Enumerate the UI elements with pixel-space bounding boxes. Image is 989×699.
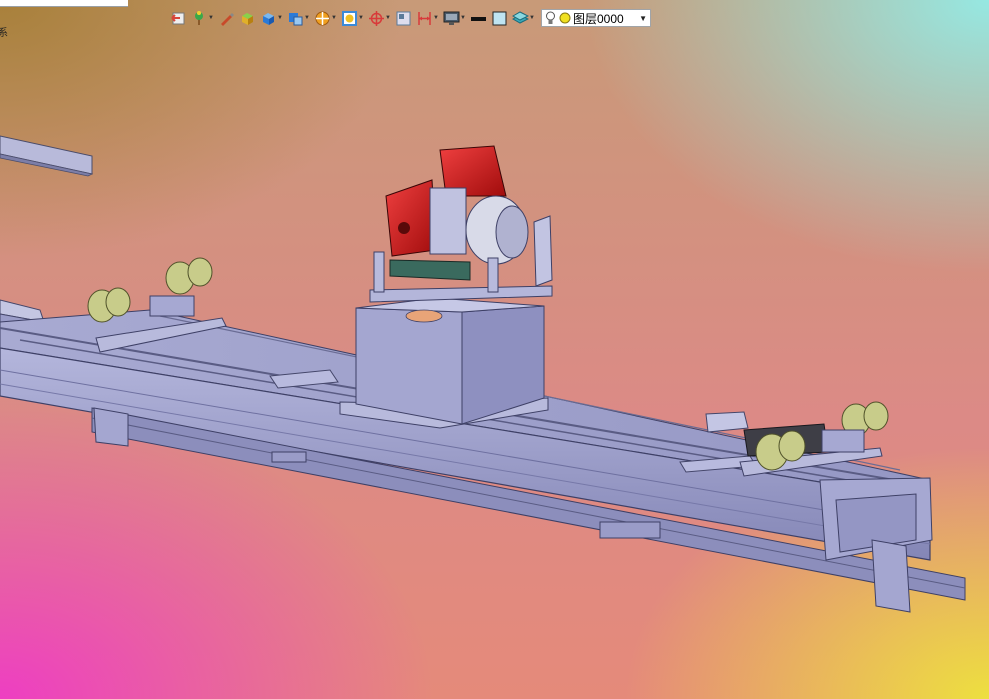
multi-view-icon (289, 12, 303, 25)
axis-button[interactable]: ▼ (366, 7, 393, 29)
roller-group-right (739, 401, 889, 477)
dropdown-arrow-icon[interactable]: ▼ (529, 7, 535, 29)
solid-cube-button[interactable]: ▼ (258, 7, 285, 29)
brush-button[interactable] (216, 7, 237, 29)
dropdown-arrow-icon[interactable]: ▼ (208, 7, 214, 29)
shading-button[interactable]: ▼ (339, 7, 366, 29)
brush-icon (221, 12, 234, 26)
multi-view-button[interactable]: ▼ (285, 7, 312, 29)
grid-button[interactable] (393, 7, 414, 29)
render-style-button[interactable]: ▼ (312, 7, 339, 29)
grid-icon (396, 11, 411, 25)
solid-cube-icon (263, 12, 274, 25)
carriage-housing (339, 285, 553, 429)
dropdown-arrow-icon[interactable]: ▼ (331, 7, 337, 29)
layer-filter-icon (512, 10, 529, 24)
dropdown-arrow-icon[interactable]: ▼ (358, 7, 364, 29)
dropdown-arrow-icon[interactable]: ▼ (460, 7, 466, 29)
lightbulb-icon[interactable] (545, 11, 556, 25)
line-thickness-icon (471, 16, 486, 21)
side-beam (0, 135, 94, 177)
monitor-button[interactable]: ▼ (441, 7, 468, 29)
render-style-icon (315, 11, 330, 25)
tree-plant-button[interactable]: ▼ (189, 7, 216, 29)
tree-plant-icon (195, 10, 203, 25)
exit-sketch-button[interactable] (168, 7, 189, 29)
yellow-circle-icon (559, 12, 571, 24)
fill-color-icon (492, 11, 507, 25)
exit-sketch-icon (171, 12, 185, 24)
viewport-corner-label: 系 (0, 28, 8, 39)
layer-name: 图层0000 (573, 11, 624, 26)
dropdown-arrow-icon[interactable]: ▼ (385, 7, 391, 29)
line-thickness-button[interactable] (468, 7, 489, 29)
monitor-icon (443, 11, 460, 25)
assembly-model[interactable] (0, 0, 989, 699)
view-toolbar: ▼ ▼ ▼ ▼ ▼ ▼ ▼ ▼ ▼ 图层0000 ▼ (168, 7, 651, 29)
dimension-icon (418, 11, 431, 25)
material-cube-button[interactable] (237, 7, 258, 29)
dropdown-arrow-icon[interactable]: ▼ (433, 7, 439, 29)
shading-icon (342, 10, 357, 26)
dimension-button[interactable]: ▼ (414, 7, 441, 29)
dropdown-arrow-icon[interactable]: ▼ (277, 7, 283, 29)
fill-color-button[interactable] (489, 7, 510, 29)
layer-select[interactable]: 图层0000 ▼ (541, 9, 651, 27)
layer-filter-button[interactable]: ▼ (510, 7, 537, 29)
3d-viewport[interactable]: 系 ▼ ▼ ▼ ▼ ▼ ▼ ▼ ▼ ▼ 图层0000 ▼ (0, 0, 989, 699)
chevron-down-icon[interactable]: ▼ (639, 14, 647, 23)
material-cube-icon (242, 12, 253, 25)
axis-icon (369, 10, 384, 26)
dropdown-arrow-icon[interactable]: ▼ (304, 7, 310, 29)
drive-motor (373, 145, 553, 293)
window-title-fragment (0, 0, 128, 7)
